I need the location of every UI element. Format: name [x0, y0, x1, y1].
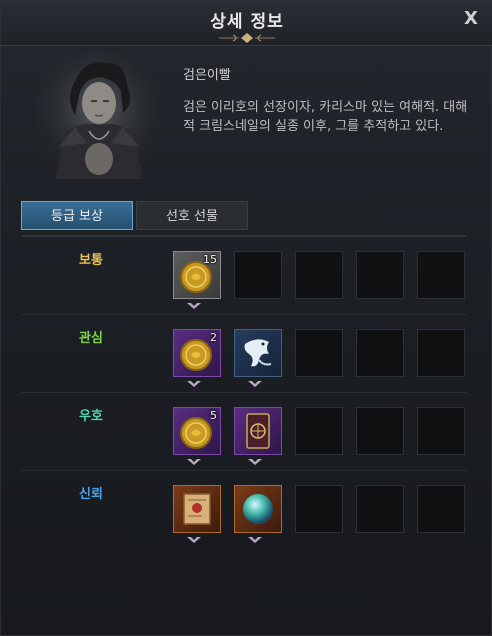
tier-label: 신뢰 — [79, 487, 103, 502]
reward-slot-empty — [295, 329, 343, 377]
reward-quantity: 15 — [203, 253, 217, 266]
diamond-marker-icon — [187, 537, 201, 543]
crystal-orb-icon — [243, 494, 273, 524]
diamond-marker-icon — [187, 303, 201, 309]
diamond-marker-icon — [248, 381, 262, 387]
treasure-map-icon — [183, 493, 211, 525]
reward-slot[interactable]: 5 — [173, 407, 221, 455]
reward-slot-empty — [417, 485, 465, 533]
reward-slot-empty — [356, 485, 404, 533]
close-button[interactable]: X — [459, 7, 483, 31]
reward-slot-empty — [356, 329, 404, 377]
title-bar: 상세 정보 X — [1, 1, 492, 46]
reward-slot-empty — [295, 407, 343, 455]
title-ornament-icon — [219, 33, 275, 43]
diamond-marker-icon — [248, 537, 262, 543]
tier-label: 관심 — [79, 331, 103, 346]
reward-slot-empty — [356, 407, 404, 455]
reward-slot-empty — [295, 251, 343, 299]
reward-slot-empty — [295, 485, 343, 533]
diamond-marker-icon — [187, 381, 201, 387]
tab-grade-rewards[interactable]: 등급 보상 — [21, 201, 133, 230]
reward-slot-empty — [356, 251, 404, 299]
diamond-marker-icon — [187, 459, 201, 465]
character-portrait — [35, 51, 161, 179]
tier-row-interest: 관심 2 — [21, 315, 467, 393]
character-name: 검은이빨 — [183, 68, 231, 83]
reward-quantity: 5 — [210, 409, 217, 422]
reward-slot-empty — [417, 407, 465, 455]
tarot-card-icon — [246, 413, 270, 449]
reward-slot[interactable]: 15 — [173, 251, 221, 299]
reward-slot-empty — [234, 251, 282, 299]
tier-row-normal: 보통 15 — [21, 237, 467, 315]
diamond-marker-icon — [248, 459, 262, 465]
reward-slot-empty — [417, 251, 465, 299]
tier-label: 보통 — [79, 253, 103, 268]
window-title: 상세 정보 — [210, 12, 284, 32]
reward-slot[interactable] — [234, 485, 282, 533]
reward-slot[interactable] — [173, 485, 221, 533]
tab-preferred-gifts[interactable]: 선호 선물 — [136, 201, 248, 230]
character-description: 검은 이리호의 선장이자, 카리스마 있는 여해적. 대해적 크림스네일의 실종… — [183, 100, 468, 134]
reward-quantity: 2 — [210, 331, 217, 344]
tier-row-friendly: 우호 5 — [21, 393, 467, 471]
detail-window: 상세 정보 X 검은이빨 검은 이리호의 선장이자, 카리스마 있는 여해적. … — [0, 0, 492, 636]
reward-slot-empty — [417, 329, 465, 377]
tier-label: 우호 — [79, 409, 103, 424]
tier-row-trust: 신뢰 — [21, 471, 467, 549]
reward-slot[interactable] — [234, 407, 282, 455]
eagle-emblem-icon — [244, 339, 272, 367]
reward-slot[interactable]: 2 — [173, 329, 221, 377]
reward-slot[interactable] — [234, 329, 282, 377]
